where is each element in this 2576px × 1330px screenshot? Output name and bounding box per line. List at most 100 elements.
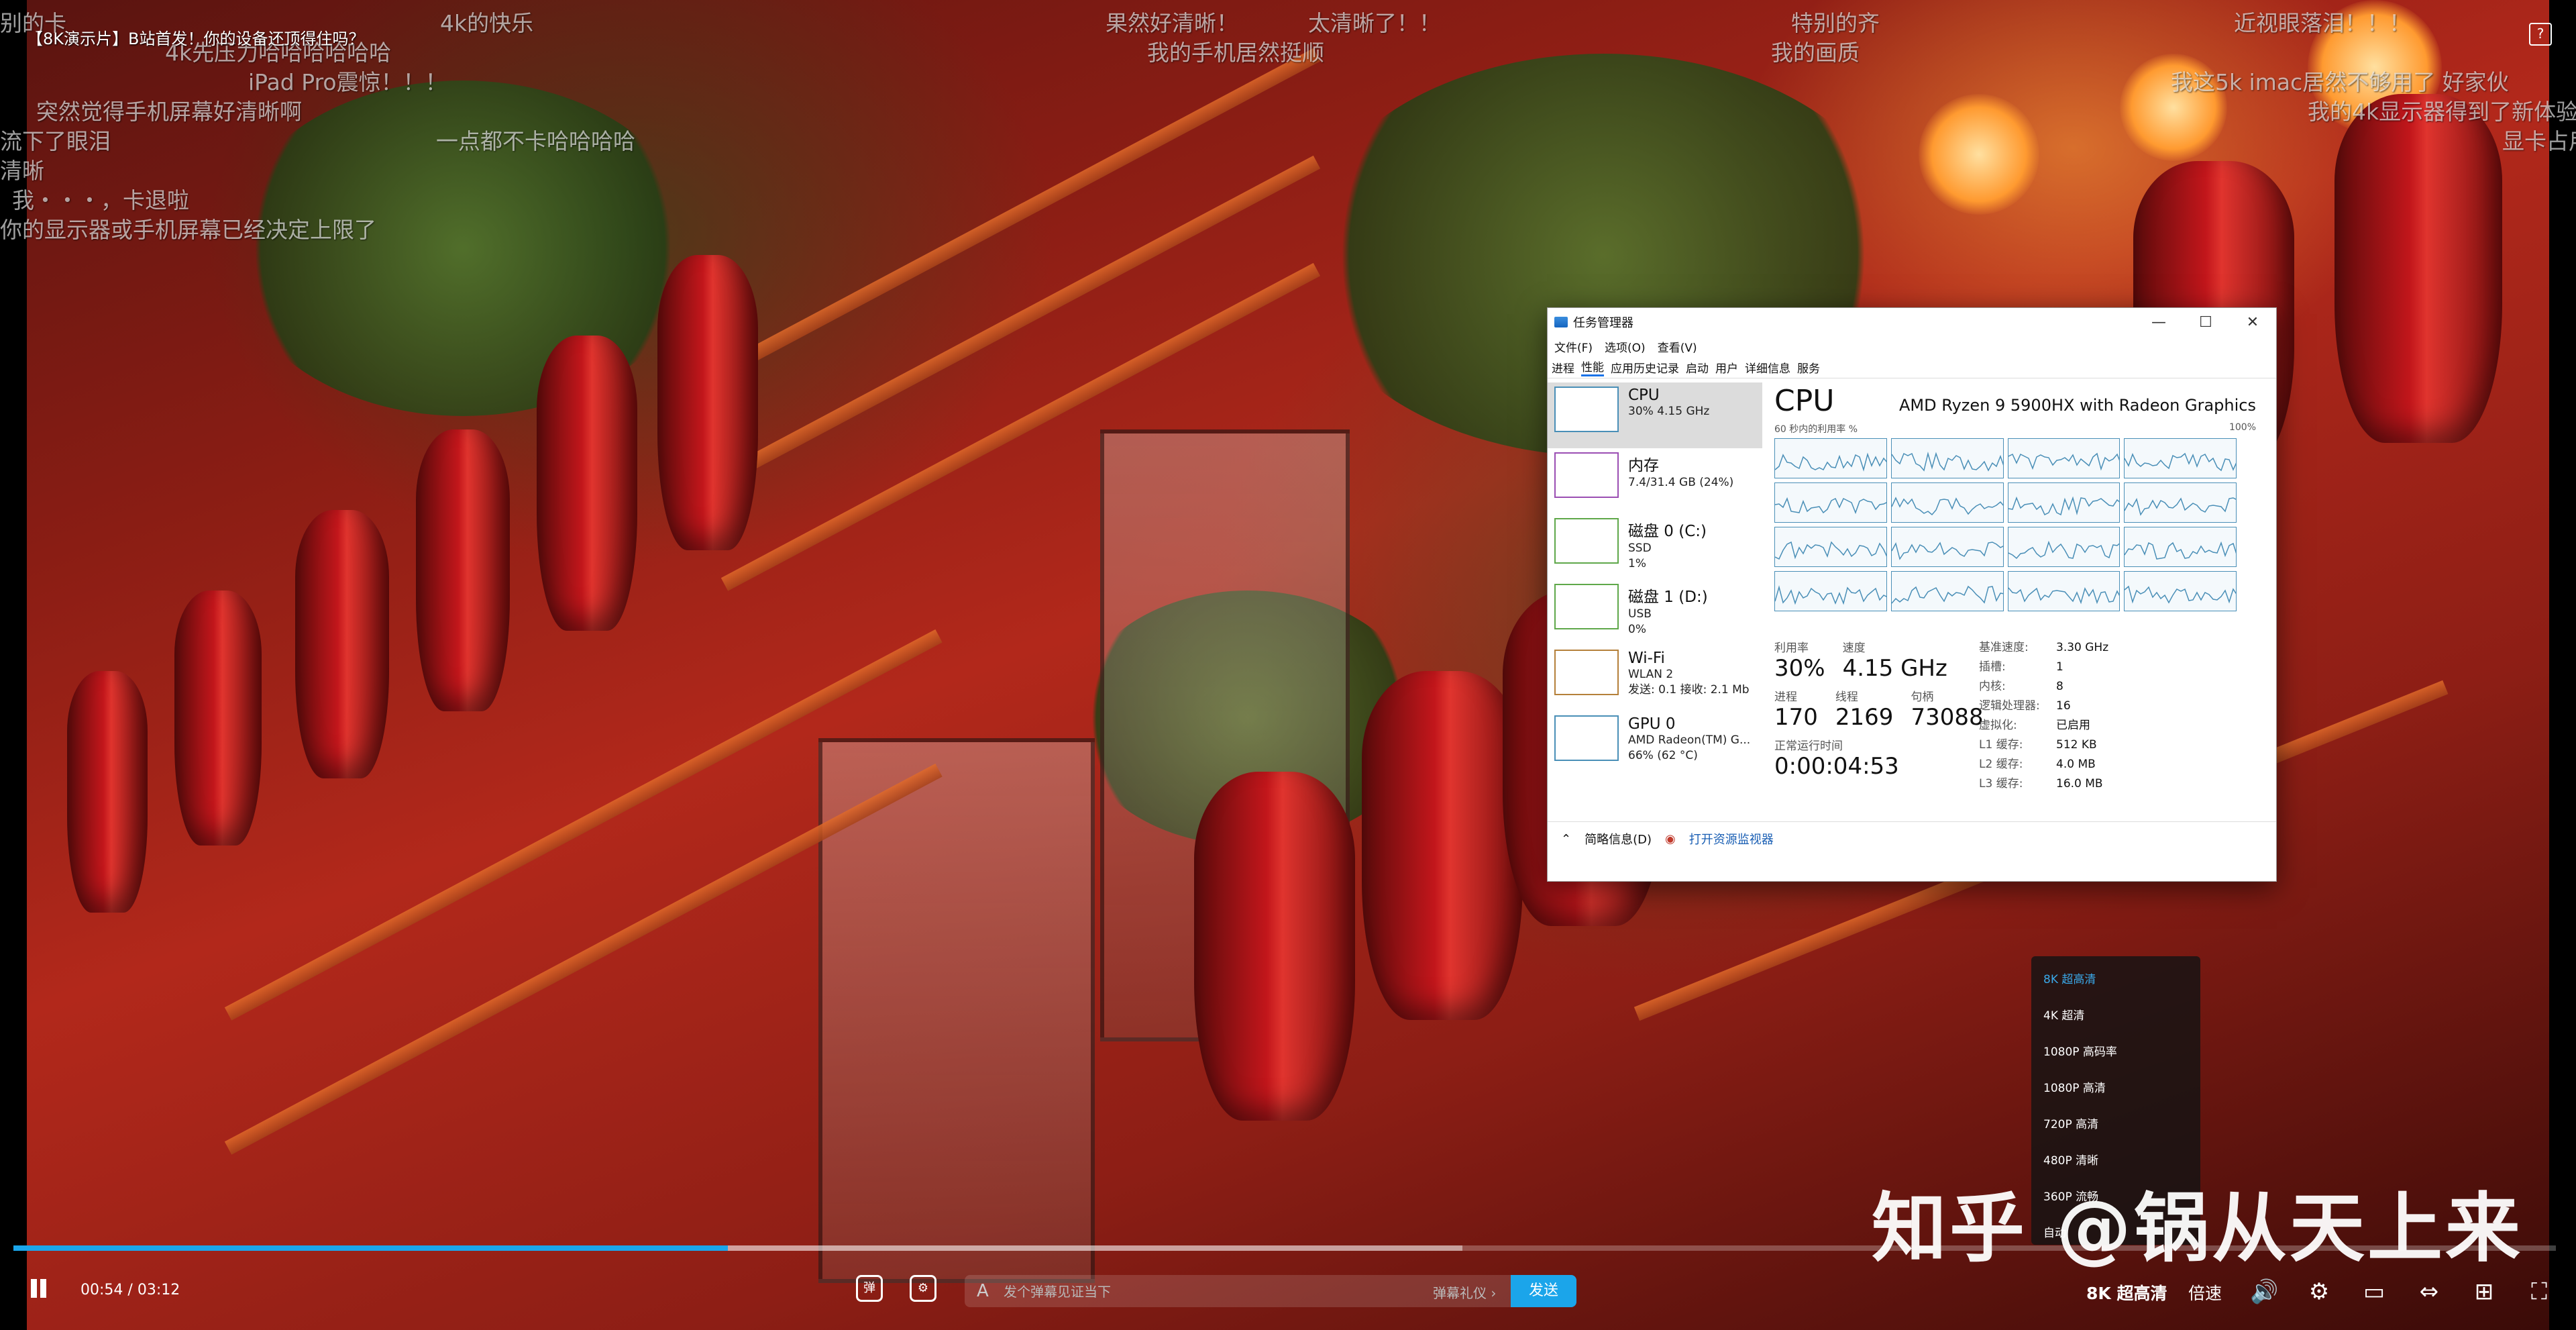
resource-detail: SSD: [1628, 542, 1652, 555]
graph-max-label: 100%: [2229, 422, 2256, 433]
danmaku-comment: 你的显示器或手机屏幕已经决定上限了: [0, 217, 376, 243]
danmaku-comment: 清晰: [0, 158, 44, 184]
tab-startup[interactable]: 启动: [1686, 359, 1709, 376]
speed-label: 速度: [1842, 642, 1866, 655]
tab-bar: 进程 性能 应用历史记录 启动 用户 详细信息 服务: [1548, 356, 2276, 378]
cpu-core-graph: [1890, 527, 2004, 567]
lantern-light: [1919, 94, 2039, 215]
resource-title: 磁盘 1 (D:): [1628, 589, 1708, 606]
font-style-icon[interactable]: A: [977, 1281, 989, 1301]
progress-bar[interactable]: [13, 1245, 2556, 1251]
resource-item[interactable]: GPU 0 AMD Radeon(TM) G... 66% (62 °C): [1548, 711, 1762, 777]
danmaku-settings-icon[interactable]: ⚙: [910, 1275, 936, 1302]
danmaku-input[interactable]: [1002, 1279, 1381, 1305]
resource-item[interactable]: 磁盘 0 (C:) SSD 1%: [1548, 514, 1762, 580]
resource-graph-thumbnail: [1554, 387, 1619, 432]
uptime-value: 0:00:04:53: [1774, 753, 1899, 780]
picture-in-picture-icon[interactable]: ▭: [2360, 1278, 2388, 1306]
cpu-detail-value: 8: [2056, 680, 2063, 693]
quality-option[interactable]: 4K 超清: [2031, 998, 2200, 1034]
cpu-core-graph: [1890, 438, 2004, 478]
cpu-detail-value: 512 KB: [2056, 738, 2097, 752]
tab-users[interactable]: 用户: [1715, 359, 1738, 376]
resource-item[interactable]: CPU 30% 4.15 GHz: [1548, 382, 1762, 448]
player-controls: 00:54 / 03:12 弹 ⚙ A 弹幕礼仪 › 发送 8K 超高清 倍速 …: [0, 1262, 2576, 1326]
resource-graph-thumbnail: [1554, 452, 1619, 498]
red-planter: [174, 591, 262, 846]
menu-bar: 文件(F) 选项(O) 查看(V): [1548, 336, 2276, 356]
cpu-panel: CPU AMD Ryzen 9 5900HX with Radeon Graph…: [1762, 378, 2276, 821]
quality-option[interactable]: 1080P 高清: [2031, 1070, 2200, 1107]
resource-monitor-link[interactable]: 打开资源监视器: [1689, 830, 1774, 848]
handles-value: 73088: [1911, 704, 1984, 731]
resource-item[interactable]: 磁盘 1 (D:) USB 0%: [1548, 580, 1762, 646]
utilization-label: 利用率: [1774, 642, 1809, 655]
danmaku-comment: 我・・・，卡退啦: [12, 187, 189, 213]
red-planter: [1194, 772, 1355, 1121]
help-icon[interactable]: ?: [2529, 23, 2552, 46]
resource-item[interactable]: Wi-Fi WLAN 2 发送: 0.1 接收: 2.1 Mb: [1548, 646, 1762, 711]
threads-value: 2169: [1835, 704, 1894, 731]
resource-detail: AMD Radeon(TM) G...: [1628, 733, 1751, 747]
collapse-chevron-icon[interactable]: ⌃: [1561, 832, 1571, 846]
pause-button[interactable]: [27, 1276, 50, 1300]
danmaku-comment: 我的4k显示器得到了新体验: [2308, 99, 2576, 125]
tab-performance[interactable]: 性能: [1581, 358, 1604, 376]
cpu-core-graphs: [1774, 438, 2237, 611]
resource-detail: 30% 4.15 GHz: [1628, 405, 1710, 418]
tab-details[interactable]: 详细信息: [1745, 359, 1790, 376]
quality-button[interactable]: 8K 超高清: [2086, 1280, 2167, 1305]
cpu-detail-key: L1 缓存:: [1979, 738, 2023, 752]
resource-detail: WLAN 2: [1628, 668, 1674, 681]
resource-detail: USB: [1628, 607, 1652, 621]
summary-button[interactable]: 简略信息(D): [1585, 830, 1652, 848]
resource-item[interactable]: 内存 7.4/31.4 GB (24%): [1548, 448, 1762, 514]
cpu-detail-value: 16: [2056, 699, 2071, 713]
danmaku-etiquette-link[interactable]: 弹幕礼仪 ›: [1433, 1282, 1496, 1302]
resource-title: Wi-Fi: [1628, 650, 1665, 667]
danmaku-comment: 4k的快乐: [440, 10, 534, 36]
menu-file[interactable]: 文件(F): [1554, 338, 1593, 355]
settings-gear-icon[interactable]: ⚙: [2305, 1278, 2333, 1306]
cpu-heading: CPU: [1774, 384, 1835, 418]
cpu-detail-value: 16.0 MB: [2056, 777, 2103, 790]
send-button[interactable]: 发送: [1511, 1275, 1576, 1307]
titlebar[interactable]: 任务管理器 — ☐ ✕: [1548, 308, 2276, 336]
cpu-detail-row: L2 缓存: 4.0 MB: [1979, 755, 2108, 774]
quality-option[interactable]: 1080P 高码率: [2031, 1034, 2200, 1070]
volume-icon[interactable]: 🔊: [2250, 1278, 2278, 1306]
close-button[interactable]: ✕: [2229, 314, 2276, 331]
quality-option[interactable]: 8K 超高清: [2031, 962, 2200, 998]
menu-view[interactable]: 查看(V): [1658, 338, 1697, 355]
cpu-core-graph: [2007, 438, 2121, 478]
danmaku-comment: 一点都不卡哈哈哈哈: [436, 128, 635, 154]
cpu-core-graph: [1774, 482, 1887, 523]
tab-services[interactable]: 服务: [1797, 359, 1820, 376]
cpu-detail-value: 4.0 MB: [2056, 758, 2096, 771]
red-planter: [537, 336, 637, 631]
web-fullscreen-icon[interactable]: ⊞: [2470, 1278, 2498, 1306]
handles-label: 句柄: [1911, 690, 1934, 704]
resource-title: 磁盘 0 (C:): [1628, 523, 1707, 540]
cpu-detail-key: L2 缓存:: [1979, 758, 2023, 771]
task-manager-window[interactable]: 任务管理器 — ☐ ✕ 文件(F) 选项(O) 查看(V) 进程 性能 应用历史…: [1547, 307, 2277, 882]
cpu-detail-key: 内核:: [1979, 680, 2006, 693]
fullscreen-icon[interactable]: ⛶: [2525, 1278, 2553, 1306]
quality-option[interactable]: 720P 高清: [2031, 1107, 2200, 1143]
minimize-button[interactable]: —: [2135, 314, 2182, 331]
danmaku-comment: 显卡占用: [2502, 128, 2576, 154]
speed-button[interactable]: 倍速: [2188, 1280, 2222, 1305]
red-planter: [2334, 94, 2502, 443]
time-display: 00:54 / 03:12: [80, 1282, 180, 1298]
widescreen-icon[interactable]: ⇔: [2415, 1278, 2443, 1306]
tab-app-history[interactable]: 应用历史记录: [1611, 359, 1679, 376]
maximize-button[interactable]: ☐: [2182, 314, 2229, 331]
menu-options[interactable]: 选项(O): [1605, 338, 1646, 355]
cpu-core-graph: [2124, 527, 2237, 567]
cpu-model: AMD Ryzen 9 5900HX with Radeon Graphics: [1898, 396, 2256, 415]
tab-processes[interactable]: 进程: [1552, 359, 1574, 376]
task-manager-icon: [1554, 317, 1568, 327]
speed-value: 4.15 GHz: [1842, 655, 1947, 682]
danmaku-toggle-icon[interactable]: 弹: [856, 1275, 883, 1302]
video-title: 【8K演示片】B站首发！你的设备还顶得住吗？: [27, 30, 365, 48]
